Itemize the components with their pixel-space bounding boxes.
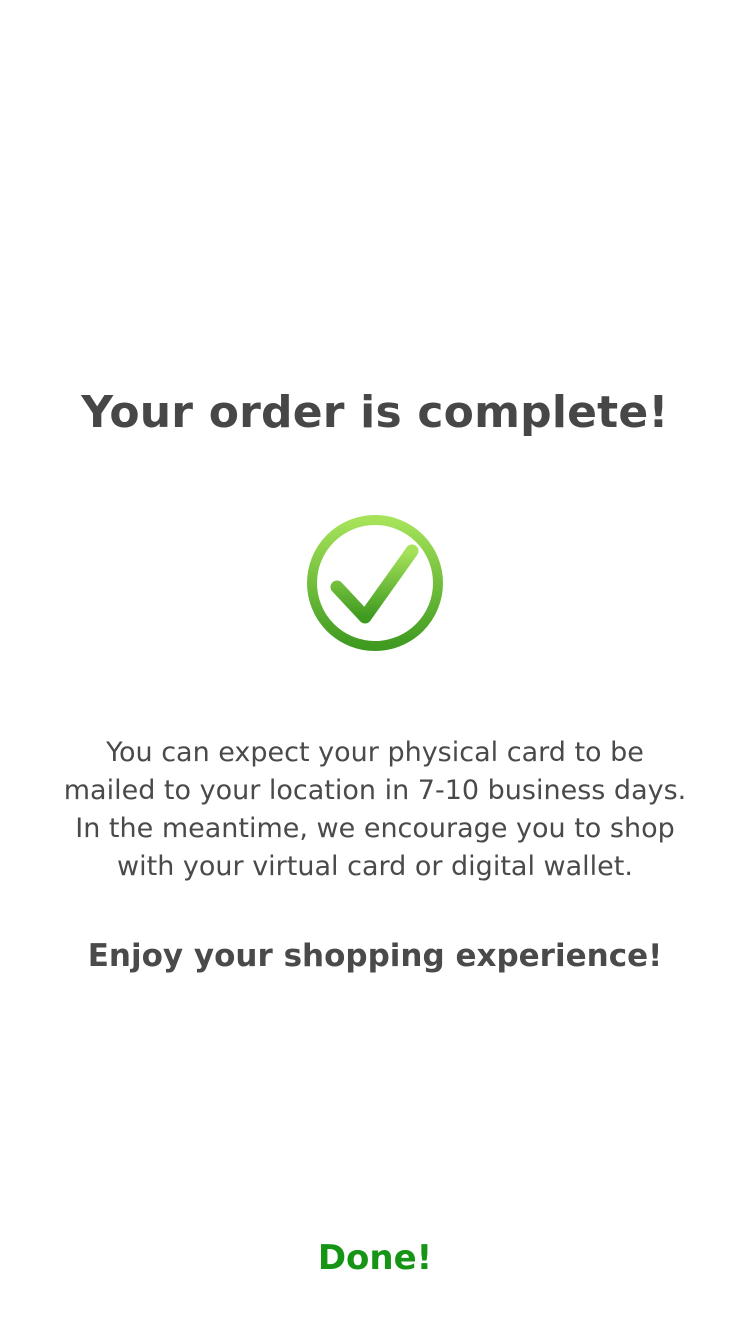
message-line: with your virtual card or digital wallet…	[117, 851, 633, 882]
checkmark-circle-icon	[305, 513, 445, 653]
order-message: You can expect your physical card to be …	[60, 734, 690, 886]
message-line: mailed to your location in 7-10 business…	[63, 775, 687, 806]
done-button[interactable]: Done!	[275, 1232, 475, 1284]
message-line: You can expect your physical card to be	[106, 737, 644, 768]
message-line: In the meantime, we encourage you to sho…	[75, 813, 675, 844]
closing-message: Enjoy your shopping experience!	[87, 938, 663, 974]
page-title: Your order is complete!	[81, 387, 669, 438]
